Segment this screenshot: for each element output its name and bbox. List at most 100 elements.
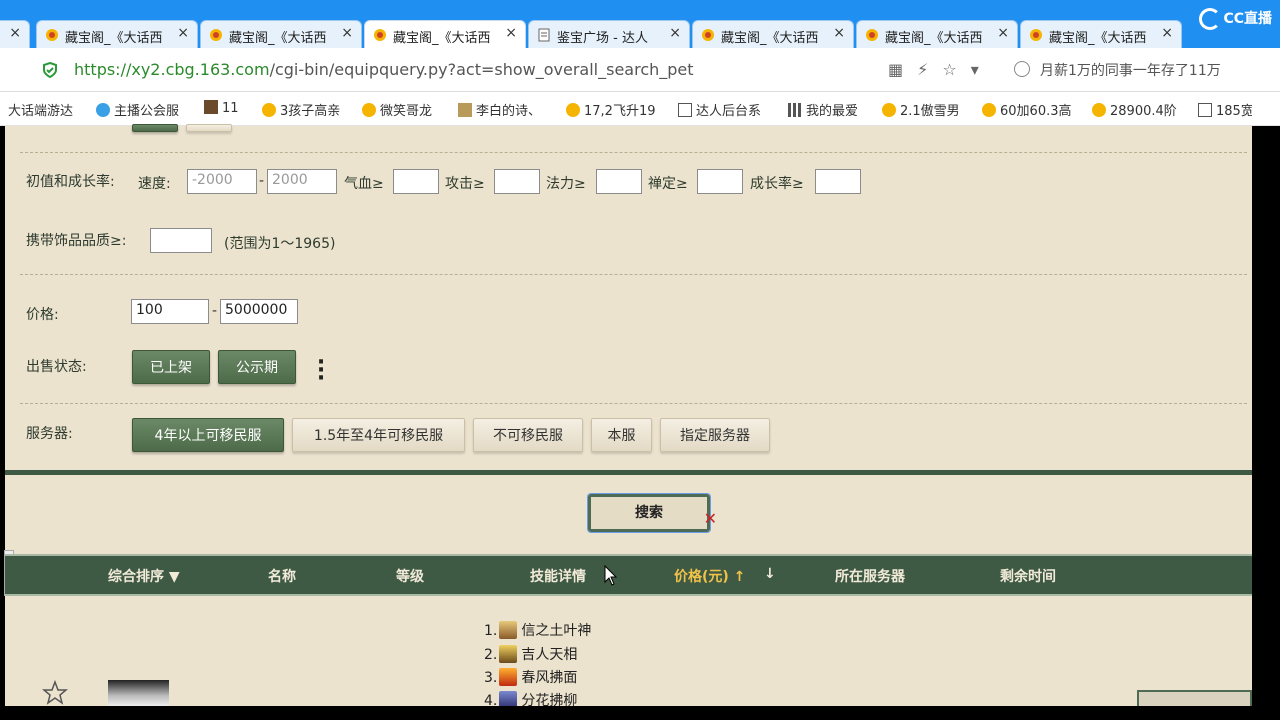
bookmark-13[interactable]: 185宽: [1198, 100, 1252, 119]
bookmark-icon: [458, 103, 472, 117]
separator: [20, 274, 1247, 275]
tab-2[interactable]: 藏宝阁_《大话西 ×: [200, 20, 362, 48]
price-min-input[interactable]: 100: [131, 299, 209, 324]
more-options-icon[interactable]: · · ·: [316, 352, 326, 390]
bookmark-11[interactable]: 60加60.3高: [982, 100, 1072, 119]
skill-item: 4. 分花拂柳: [484, 690, 577, 706]
url-path: /cgi-bin/equipquery.py?act=show_overall_…: [269, 60, 694, 79]
bookmark-10[interactable]: 2.1傲雪男: [882, 100, 960, 119]
accessory-quality-label: 携带饰品品质≥:: [26, 233, 127, 249]
close-icon[interactable]: ×: [833, 25, 845, 41]
url-host: xy2.cbg.163.com: [131, 60, 270, 79]
search-button[interactable]: 搜索 ✕: [587, 493, 717, 533]
server-specific-button[interactable]: 指定服务器: [660, 418, 770, 452]
skill-icon: [499, 668, 518, 686]
chevron-down-icon[interactable]: ▾: [971, 60, 979, 79]
mana-label: 法力≥: [546, 176, 586, 192]
close-icon[interactable]: ×: [997, 25, 1009, 41]
cbg-favicon-icon: [1030, 29, 1042, 41]
level-header[interactable]: 等级: [396, 566, 424, 586]
speed-max-input[interactable]: 2000: [267, 169, 337, 194]
tab-label: 藏宝阁_《大话西: [885, 31, 983, 46]
buy-button-partial[interactable]: [1137, 690, 1252, 706]
price-label: 价格:: [26, 307, 59, 323]
partial-button[interactable]: [132, 124, 178, 132]
tab-label: 鉴宝广场 - 达人: [557, 31, 648, 46]
cbg-favicon-icon: [866, 29, 878, 41]
server-1-5yr-button[interactable]: 1.5年至4年可移民服: [292, 418, 465, 452]
address-news[interactable]: 月薪1万的同事一年存了11万: [1014, 60, 1221, 80]
sort-overall-header[interactable]: 综合排序 ▼: [108, 566, 180, 586]
cbg-favicon-icon: [702, 29, 714, 41]
tab-4[interactable]: 鉴宝广场 - 达人 ×: [528, 20, 690, 48]
bookmark-icon: [982, 103, 996, 117]
price-sort-header[interactable]: 价格(元) ↑: [674, 566, 745, 586]
server-4yr-button[interactable]: 4年以上可移民服: [132, 418, 284, 452]
bookmark-7[interactable]: 17,2飞升19: [566, 100, 656, 119]
tab-1[interactable]: 藏宝阁_《大话西 ×: [36, 20, 198, 48]
server-label: 服务器:: [26, 426, 73, 442]
tab-5[interactable]: 藏宝阁_《大话西 ×: [692, 20, 854, 48]
bookmark-8[interactable]: 达人后台系: [678, 100, 761, 119]
zen-label: 禅定≥: [648, 176, 688, 192]
bookmark-6[interactable]: 李白的诗、: [458, 100, 541, 119]
bookmark-5[interactable]: 微笑哥龙: [362, 100, 432, 119]
tab-partial[interactable]: ×: [0, 20, 30, 48]
url-text[interactable]: https://xy2.cbg.163.com/cgi-bin/equipque…: [74, 60, 694, 79]
bookmark-2[interactable]: 主播公会服: [96, 100, 179, 119]
accessory-quality-input[interactable]: [150, 228, 212, 253]
server-this-button[interactable]: 本服: [591, 418, 652, 452]
tab-6[interactable]: 藏宝阁_《大话西 ×: [856, 20, 1018, 48]
tab-bar: × 藏宝阁_《大话西 × 藏宝阁_《大话西 × 藏宝阁_《大话西 × 鉴宝广场 …: [0, 0, 1280, 48]
growth-input[interactable]: [815, 169, 861, 194]
status-listed-button[interactable]: 已上架: [132, 350, 210, 384]
sale-status-label: 出售状态:: [26, 359, 87, 375]
hp-input[interactable]: [393, 169, 439, 194]
star-icon[interactable]: ☆: [942, 60, 956, 79]
attack-label: 攻击≥: [445, 176, 485, 192]
close-icon[interactable]: ×: [505, 25, 517, 41]
close-icon[interactable]: ×: [177, 25, 189, 41]
speed-min-input[interactable]: -2000: [187, 169, 257, 194]
close-icon[interactable]: ×: [1161, 25, 1173, 41]
hp-label: 气血≥: [344, 176, 384, 192]
price-desc-arrow-icon[interactable]: ↓: [764, 566, 776, 582]
bookmark-12[interactable]: 28900.4阶: [1092, 100, 1177, 119]
favorite-star-icon[interactable]: [42, 680, 68, 706]
pet-thumbnail[interactable]: [108, 680, 169, 706]
range-dash: -: [259, 173, 265, 189]
tab-label: 藏宝阁_《大话西: [393, 31, 491, 46]
price-max-input[interactable]: 5000000: [220, 299, 298, 324]
bookmark-3[interactable]: 11: [204, 100, 239, 116]
bookmark-9[interactable]: 我的最爱: [788, 100, 858, 119]
mana-input[interactable]: [596, 169, 642, 194]
tab-label: 藏宝阁_《大话西: [65, 31, 163, 46]
skill-item: 2. 吉人天相: [484, 645, 578, 663]
close-icon: ✕: [703, 509, 717, 528]
separator: [20, 403, 1247, 404]
close-icon[interactable]: ×: [9, 25, 21, 41]
tab-3-active[interactable]: 藏宝阁_《大话西 ×: [364, 20, 526, 48]
partial-button[interactable]: [186, 124, 232, 132]
close-icon[interactable]: ×: [341, 25, 353, 41]
server-no-migrate-button[interactable]: 不可移民服: [473, 418, 583, 452]
news-icon: [1014, 61, 1030, 77]
range-dash: -: [212, 303, 218, 319]
accessory-range-hint: (范围为1～1965): [224, 236, 336, 252]
mouse-cursor-icon: [604, 565, 618, 586]
tab-7[interactable]: 藏宝阁_《大话西 ×: [1020, 20, 1182, 48]
remaining-time-header[interactable]: 剩余时间: [1000, 566, 1056, 586]
status-publicity-button[interactable]: 公示期: [218, 350, 296, 384]
bookmark-icon: [566, 103, 580, 117]
page-edge: [1252, 126, 1280, 720]
skill-icon: [499, 621, 518, 639]
bookmark-1[interactable]: 大话端游达: [8, 100, 73, 119]
zen-input[interactable]: [697, 169, 743, 194]
qr-code-icon[interactable]: ▦: [888, 60, 903, 79]
lightning-icon[interactable]: ⚡: [917, 60, 928, 79]
close-icon[interactable]: ×: [669, 25, 681, 41]
bookmark-icon: [204, 100, 218, 114]
bookmark-4[interactable]: 3孩子高亲: [262, 100, 340, 119]
attack-input[interactable]: [494, 169, 540, 194]
search-page: [5, 126, 1252, 706]
